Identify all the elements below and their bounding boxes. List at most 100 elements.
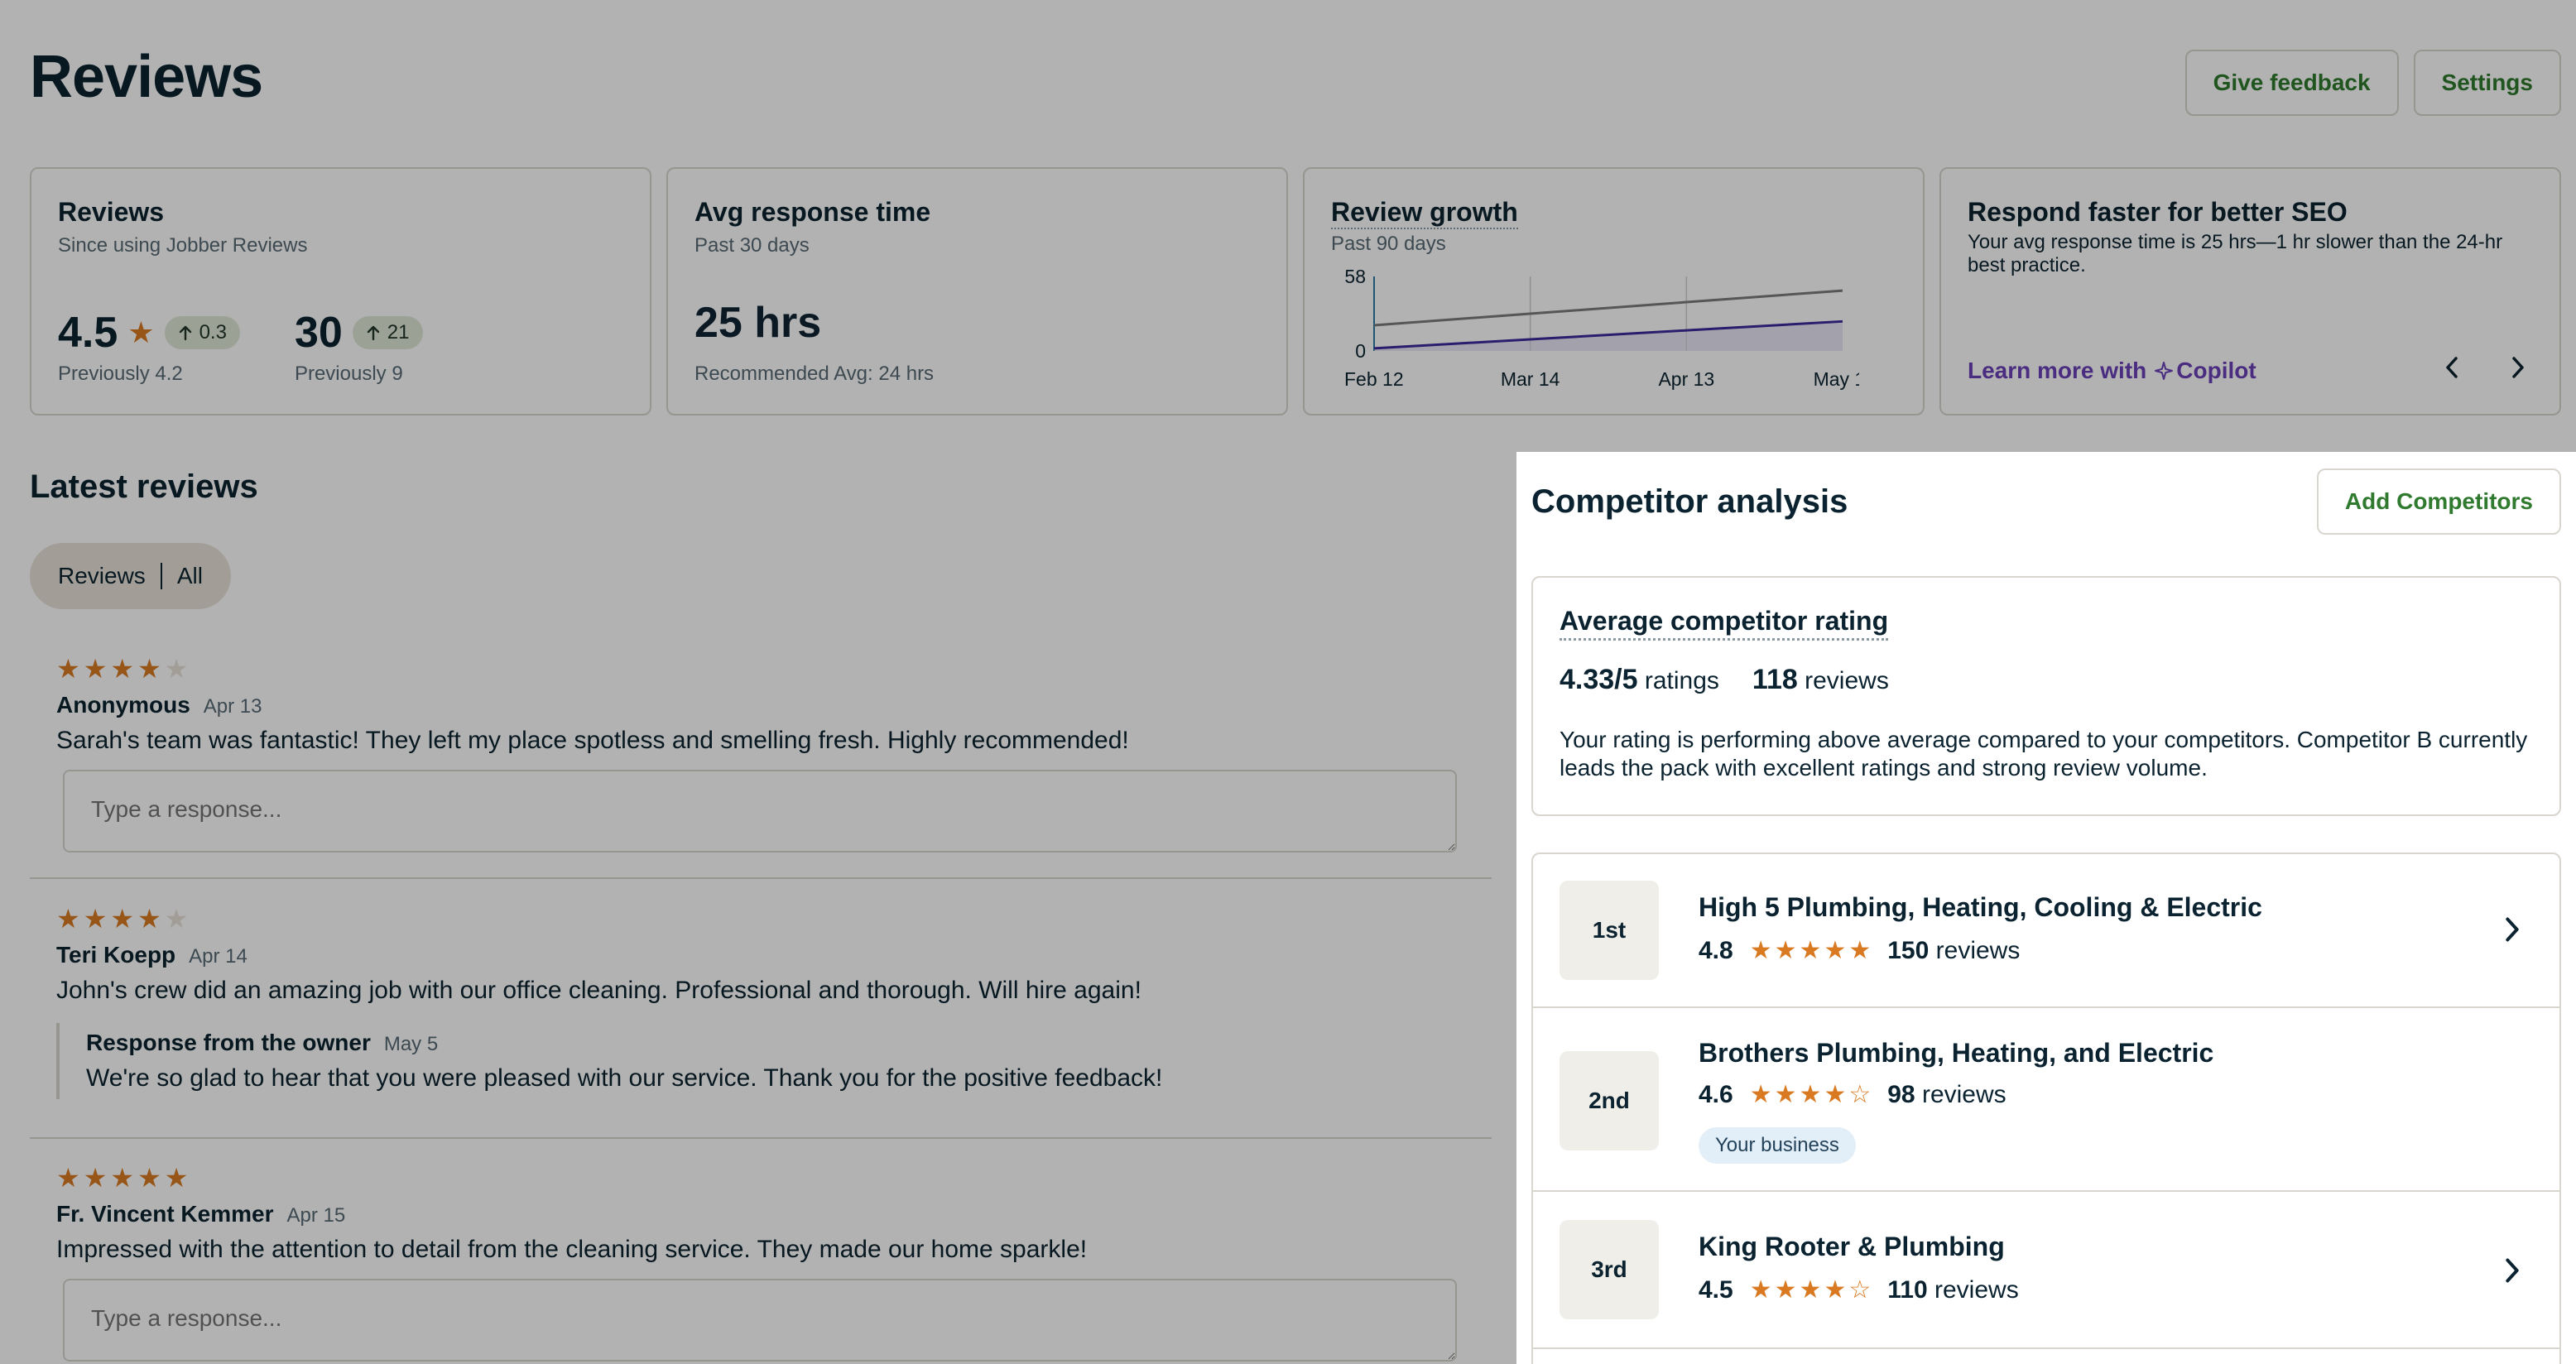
review-stars: ★ ★ ★ ★ ★	[56, 656, 1465, 682]
star-icon: ★	[110, 904, 135, 934]
review-date: Apr 14	[189, 945, 248, 968]
star-icon: ★	[1774, 1276, 1797, 1304]
star-icon: ★	[137, 1163, 161, 1193]
card-subtitle: Past 90 days	[1331, 233, 1446, 255]
star-icon: ★	[56, 904, 80, 934]
rank-badge: 1st	[1560, 881, 1659, 980]
review-growth-chart: 58 0 Feb 12 Mar 14 Apr 13 May 13	[1344, 266, 1859, 390]
avg-rating-label: ratings	[1644, 667, 1719, 694]
divider	[30, 877, 1492, 879]
star-icon: ★	[1799, 1276, 1822, 1304]
response-input[interactable]	[63, 770, 1457, 852]
reviewer-name: Anonymous	[56, 692, 190, 718]
star-icon: ★	[1774, 1081, 1797, 1108]
competitor-analysis-title: Competitor analysis	[1531, 483, 1848, 520]
star-icon: ★	[56, 1163, 80, 1193]
competitor-rating: 4.5	[1699, 1276, 1733, 1304]
rank-badge: 2nd	[1560, 1051, 1659, 1150]
half-star-icon: ☆	[1848, 1276, 1872, 1304]
star-icon: ★	[127, 315, 155, 349]
competitor-rating: 4.6	[1699, 1081, 1733, 1108]
chart-y-tick-label: 58	[1344, 266, 1366, 287]
response-input[interactable]	[63, 1279, 1457, 1362]
delta-value: 0.3	[199, 321, 227, 343]
star-icon: ★	[83, 654, 108, 684]
card-subtitle: Since using Jobber Reviews	[58, 234, 308, 257]
chart-y-tick-label: 0	[1355, 340, 1366, 362]
star-icon: ★	[56, 654, 80, 684]
competitor-row[interactable]: 1st High 5 Plumbing, Heating, Cooling & …	[1533, 854, 2559, 1008]
competitor-rating: 4.8	[1699, 937, 1733, 964]
review-text: John's crew did an amazing job with our …	[56, 977, 1141, 1004]
avg-rating-value: 4.33/5	[1560, 664, 1638, 695]
owner-response-title: Response from the owner	[86, 1030, 371, 1055]
star-icon: ★	[83, 1163, 108, 1193]
review-item: ★ ★ ★ ★ ★ Anonymous Apr 13 Sarah's team was …	[30, 656, 1492, 857]
competitor-name: King Rooter & Plumbing	[1699, 1232, 2005, 1261]
reviews-filter[interactable]: Reviews All	[30, 543, 231, 609]
give-feedback-button[interactable]: Give feedback	[2184, 50, 2399, 116]
chevron-right-icon[interactable]	[2498, 1256, 2526, 1285]
competitor-ranking-list: 1st High 5 Plumbing, Heating, Cooling & …	[1531, 852, 2561, 1364]
filter-value: All	[176, 563, 203, 588]
chart-x-tick-label: Apr 13	[1658, 368, 1714, 390]
reviews-label: reviews	[1921, 1081, 2006, 1108]
sparkle-icon	[2155, 362, 2174, 380]
seo-tip-card: Respond faster for better SEO Your avg r…	[1939, 167, 2561, 415]
chevron-right-icon[interactable]	[2502, 351, 2535, 384]
copilot-brand: Copilot	[2176, 358, 2256, 383]
review-growth-card: Review growth Past 90 days 58 0 Feb 12 Mar …	[1303, 167, 1925, 415]
owner-response-text: We're so glad to hear that you were plea…	[86, 1064, 1163, 1092]
competitor-row-your-business: 2nd Brothers Plumbing, Heating, and Elec…	[1533, 1008, 2559, 1192]
add-competitors-button[interactable]: Add Competitors	[2316, 468, 2561, 535]
filter-divider	[160, 563, 162, 589]
response-time-card: Avg response time Past 30 days 25 hrs Re…	[666, 167, 1288, 415]
star-icon: ★	[164, 1163, 189, 1193]
card-title: Reviews	[58, 197, 165, 227]
avg-competitor-title[interactable]: Average competitor rating	[1560, 606, 1889, 641]
previous-value: Previously 9	[294, 363, 403, 385]
chart-x-tick-label: May 13	[1814, 368, 1859, 390]
empty-star-icon: ★	[164, 904, 189, 934]
star-icon: ★	[1824, 937, 1847, 964]
reviewer-name: Fr. Vincent Kemmer	[56, 1201, 274, 1227]
avg-reviews-label: reviews	[1805, 667, 1889, 694]
link-label: Learn more with	[1968, 358, 2147, 383]
previous-value: Previously 4.2	[58, 363, 183, 385]
count-value: 30	[294, 309, 343, 357]
latest-reviews-title: Latest reviews	[30, 468, 258, 505]
review-stars: ★ ★ ★ ★ ★	[56, 905, 1465, 932]
competitor-row[interactable]: 3rd King Rooter & Plumbing 4.5 ★ ★ ★ ★ ☆ 110…	[1533, 1192, 2559, 1349]
review-text: Sarah's team was fantastic! They left my…	[56, 727, 1129, 754]
competitor-review-count: 150	[1887, 937, 1930, 964]
reviews-label: reviews	[1934, 1276, 2019, 1304]
learn-more-copilot-link[interactable]: Learn more with Copilot	[1968, 358, 2256, 384]
settings-button[interactable]: Settings	[2413, 50, 2561, 116]
competitor-stars: ★ ★ ★ ★ ☆	[1750, 1083, 1872, 1107]
rank-badge: 3rd	[1560, 1220, 1659, 1319]
chevron-left-icon[interactable]	[2435, 351, 2468, 384]
review-stars: ★ ★ ★ ★ ★	[56, 1165, 1465, 1191]
count-stat: 30 21 Previously 9	[295, 308, 423, 386]
review-text: Impressed with the attention to detail f…	[56, 1236, 1088, 1263]
delta-value: 21	[387, 321, 410, 343]
star-icon: ★	[1799, 937, 1822, 964]
rating-value: 4.5	[58, 309, 118, 357]
reviews-page: Reviews Give feedback Settings Reviews S…	[0, 0, 2576, 1364]
chevron-right-icon[interactable]	[2498, 915, 2526, 944]
chart-x-tick-label: Feb 12	[1344, 368, 1404, 390]
filter-label: Reviews	[58, 563, 146, 588]
owner-response: Response from the owner May 5 We're so g…	[56, 1023, 1465, 1099]
competitor-review-count: 110	[1887, 1276, 1928, 1304]
your-business-badge: Your business	[1699, 1127, 1856, 1164]
star-icon: ★	[110, 1163, 135, 1193]
delta-badge: 21	[352, 316, 423, 349]
reviewer-name: Teri Koepp	[56, 942, 176, 968]
empty-star-icon: ★	[164, 654, 189, 684]
avg-competitor-description: Your rating is performing above average …	[1560, 727, 2528, 780]
star-icon: ★	[1749, 1276, 1772, 1304]
rating-stat: 4.5 ★ 0.3 Previously 4.2	[58, 308, 240, 386]
seo-tip-text: Your avg response time is 25 hrs—1 hr sl…	[1968, 231, 2503, 276]
carousel-nav	[2435, 351, 2535, 384]
star-icon: ★	[1824, 1276, 1847, 1304]
